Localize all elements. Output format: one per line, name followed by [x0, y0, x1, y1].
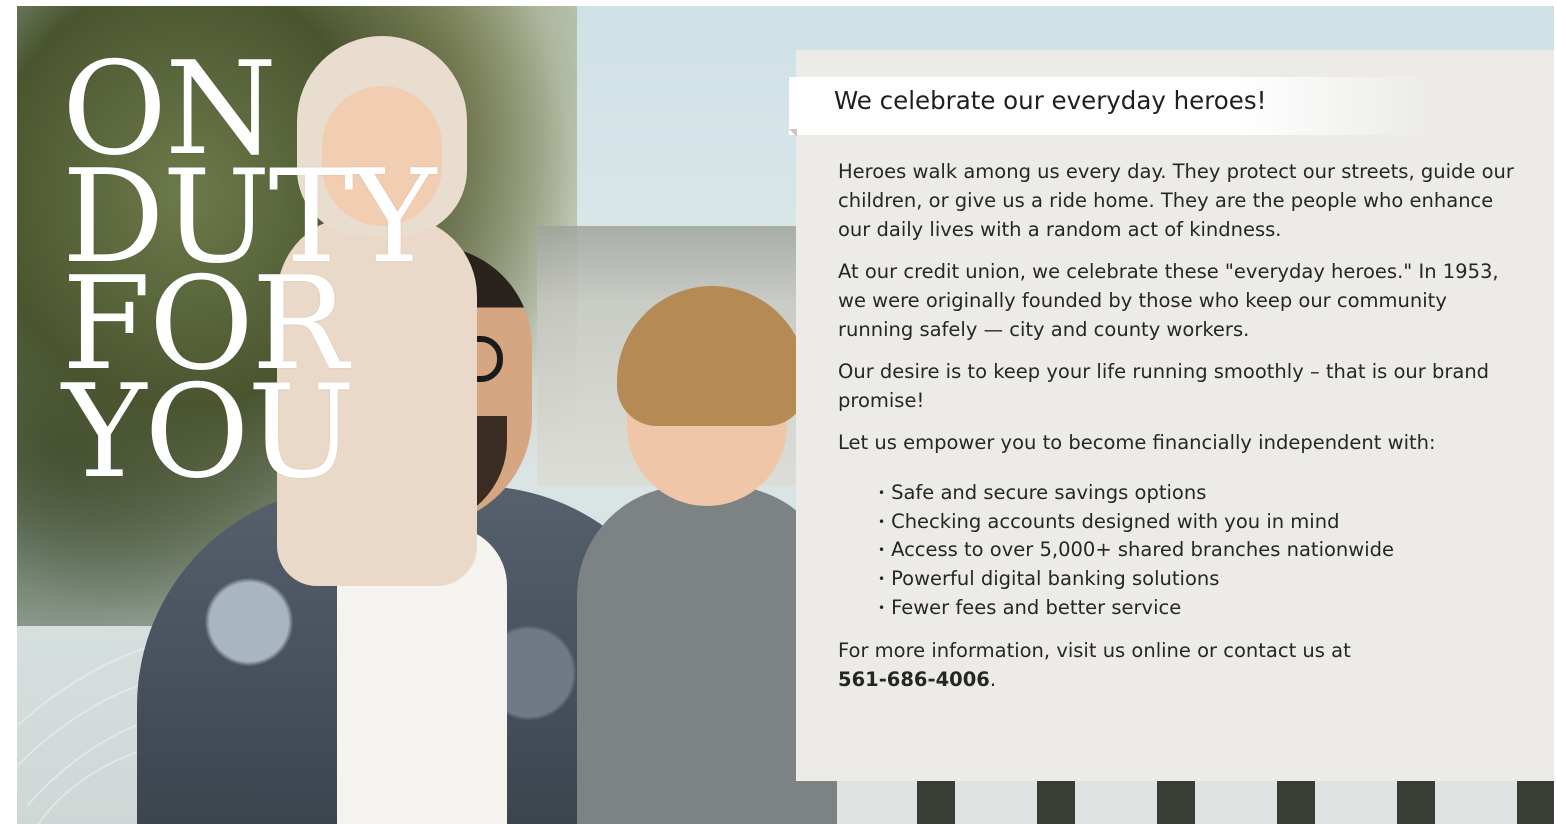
- paragraph-heroes: Heroes walk among us every day. They pro…: [838, 160, 1514, 241]
- child-hair: [617, 286, 807, 426]
- contact-phone[interactable]: 561-686-4006: [838, 668, 990, 691]
- paragraph-history: At our credit union, we celebrate these …: [838, 260, 1499, 341]
- paragraph-empower: Let us empower you to become financially…: [838, 431, 1436, 454]
- list-item: Checking accounts designed with you in m…: [878, 508, 1528, 537]
- ribbon-fold: [789, 129, 797, 137]
- list-item: Powerful digital banking solutions: [878, 565, 1528, 594]
- contact-suffix: .: [989, 667, 997, 691]
- panel-body: Heroes walk among us every day. They pro…: [838, 157, 1528, 707]
- contact-paragraph: For more information, visit us online or…: [838, 636, 1528, 694]
- feature-list: Safe and secure savings options Checking…: [878, 479, 1528, 623]
- fence: [797, 781, 1554, 824]
- hero-title: ON DUTY FOR YOU: [62, 46, 436, 507]
- list-item: Safe and secure savings options: [878, 479, 1528, 508]
- title-line-4: YOU: [62, 357, 355, 507]
- paragraph-promise: Our desire is to keep your life running …: [838, 360, 1490, 412]
- contact-text: For more information, visit us online or…: [838, 638, 1351, 662]
- list-item: Fewer fees and better service: [878, 594, 1528, 623]
- list-item: Access to over 5,000+ shared branches na…: [878, 536, 1528, 565]
- panel-headline: We celebrate our everyday heroes!: [834, 86, 1267, 115]
